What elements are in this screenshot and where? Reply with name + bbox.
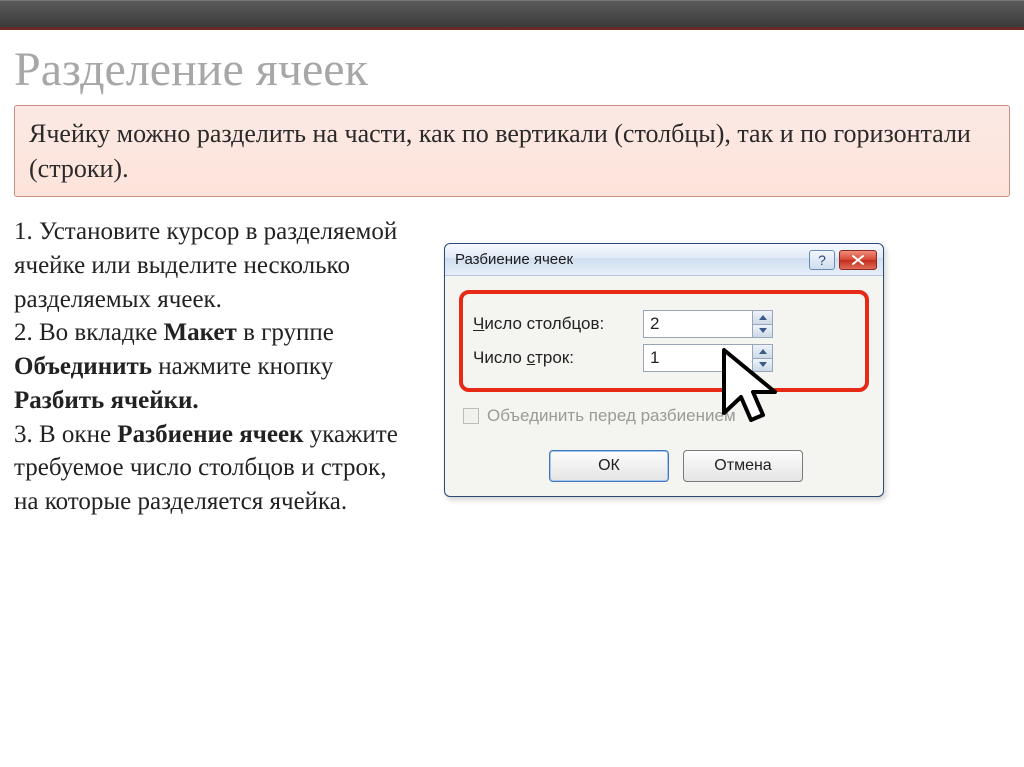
columns-label-rest: исло столбцов: xyxy=(484,314,604,333)
columns-label: Число столбцов: xyxy=(473,314,643,334)
rows-spinner[interactable]: 1 xyxy=(643,344,773,372)
rows-down-button[interactable] xyxy=(753,358,772,372)
columns-up-button[interactable] xyxy=(753,311,772,324)
slide-title: Разделение ячеек xyxy=(0,30,1024,105)
ok-button-label: ОК xyxy=(598,457,620,475)
dialog-title: Разбиение ячеек xyxy=(455,251,809,268)
rows-spin-buttons xyxy=(752,345,772,371)
columns-row: Число столбцов: 2 xyxy=(473,310,855,338)
columns-spin-buttons xyxy=(752,311,772,337)
step-1: 1. Установите курсор в разделяемой ячейк… xyxy=(14,218,397,313)
columns-value: 2 xyxy=(644,311,752,337)
step-2-d: Объединить xyxy=(14,353,152,380)
help-icon: ? xyxy=(818,252,826,268)
merge-checkbox-label: Объединить перед разбиением xyxy=(487,406,736,426)
step-2-b: Макет xyxy=(164,319,237,346)
chevron-down-icon xyxy=(759,362,767,367)
close-button[interactable] xyxy=(839,250,877,270)
merge-checkbox[interactable] xyxy=(463,408,479,424)
step-2-a: 2. Во вкладке xyxy=(14,319,164,346)
step-3-a: 3. В окне xyxy=(14,421,117,448)
step-2-c: в группе xyxy=(237,319,334,346)
chevron-up-icon xyxy=(759,315,767,320)
rows-label-post: трок: xyxy=(535,348,574,367)
rows-up-button[interactable] xyxy=(753,345,772,358)
help-button[interactable]: ? xyxy=(809,250,835,270)
rows-label-pre: Число xyxy=(473,348,527,367)
cancel-button-label: Отмена xyxy=(714,457,771,475)
rows-value: 1 xyxy=(644,345,752,371)
ok-button[interactable]: ОК xyxy=(549,450,669,482)
split-cells-dialog: Разбиение ячеек ? Число столбцов: xyxy=(444,243,884,497)
step-3-b: Разбиение ячеек xyxy=(117,421,303,448)
content-row: 1. Установите курсор в разделяемой ячейк… xyxy=(0,215,1024,519)
highlight-box: Число столбцов: 2 Число строк: xyxy=(459,290,869,392)
rows-label: Число строк: xyxy=(473,348,643,368)
chevron-down-icon xyxy=(759,328,767,333)
dialog-body: Число столбцов: 2 Число строк: xyxy=(445,276,883,442)
close-icon xyxy=(852,255,864,265)
columns-down-button[interactable] xyxy=(753,324,772,338)
instruction-steps: 1. Установите курсор в разделяемой ячейк… xyxy=(14,215,414,519)
intro-callout: Ячейку можно разделить на части, как по … xyxy=(14,105,1010,197)
rows-label-underline: с xyxy=(527,348,536,367)
cancel-button[interactable]: Отмена xyxy=(683,450,803,482)
columns-spinner[interactable]: 2 xyxy=(643,310,773,338)
step-2-e: нажмите кнопку xyxy=(152,353,333,380)
decorative-header-band xyxy=(0,0,1024,30)
rows-row: Число строк: 1 xyxy=(473,344,855,372)
step-2-f: Разбить ячейки. xyxy=(14,387,199,414)
columns-label-underline: Ч xyxy=(473,314,484,333)
dialog-buttons: ОК Отмена xyxy=(535,442,883,496)
dialog-titlebar: Разбиение ячеек ? xyxy=(445,244,883,276)
dialog-screenshot-area: Разбиение ячеек ? Число столбцов: xyxy=(444,215,1010,519)
merge-before-row: Объединить перед разбиением xyxy=(459,398,869,430)
chevron-up-icon xyxy=(759,349,767,354)
